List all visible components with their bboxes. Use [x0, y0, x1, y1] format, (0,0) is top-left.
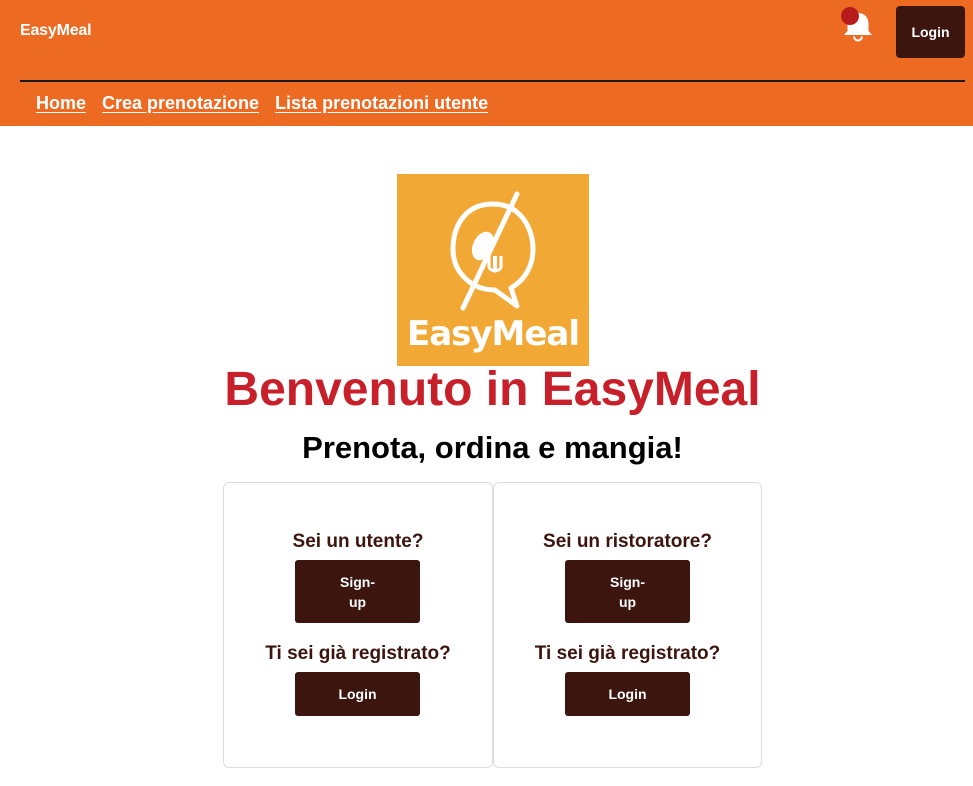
main-nav: Home Crea prenotazione Lista prenotazion…	[36, 93, 488, 114]
brand-name[interactable]: EasyMeal	[20, 22, 92, 40]
notifications-button[interactable]	[840, 6, 876, 44]
user-login-button[interactable]: Login	[295, 672, 420, 716]
notification-badge	[841, 7, 859, 25]
user-card: Sei un utente? Sign-up Ti sei già regist…	[223, 482, 493, 768]
user-signup-button[interactable]: Sign-up	[295, 560, 420, 623]
header-login-button[interactable]: Login	[896, 6, 965, 58]
user-registered-question: Ti sei già registrato?	[265, 643, 451, 664]
header-divider	[20, 80, 965, 82]
restaurateur-registered-question: Ti sei già registrato?	[534, 643, 721, 664]
restaurateur-signup-button[interactable]: Sign-up	[565, 560, 690, 623]
restaurateur-login-button[interactable]: Login	[565, 672, 690, 716]
nav-link-crea-prenotazione[interactable]: Crea prenotazione	[102, 93, 259, 114]
page-title: Benvenuto in EasyMeal	[224, 363, 761, 416]
user-card-question: Sei un utente?	[292, 531, 424, 552]
easymeal-logo: EasyMeal	[397, 174, 589, 366]
logo-wordmark: EasyMeal	[406, 314, 580, 354]
nav-link-home[interactable]: Home	[36, 93, 86, 114]
page-subtitle: Prenota, ordina e mangia!	[302, 430, 683, 465]
restaurateur-card: Sei un ristoratore? Sign-up Ti sei già r…	[493, 482, 762, 768]
top-header: EasyMeal Login Home Crea prenotazione Li…	[0, 0, 973, 126]
restaurateur-card-question: Sei un ristoratore?	[543, 531, 712, 552]
nav-link-lista-prenotazioni[interactable]: Lista prenotazioni utente	[275, 93, 488, 114]
